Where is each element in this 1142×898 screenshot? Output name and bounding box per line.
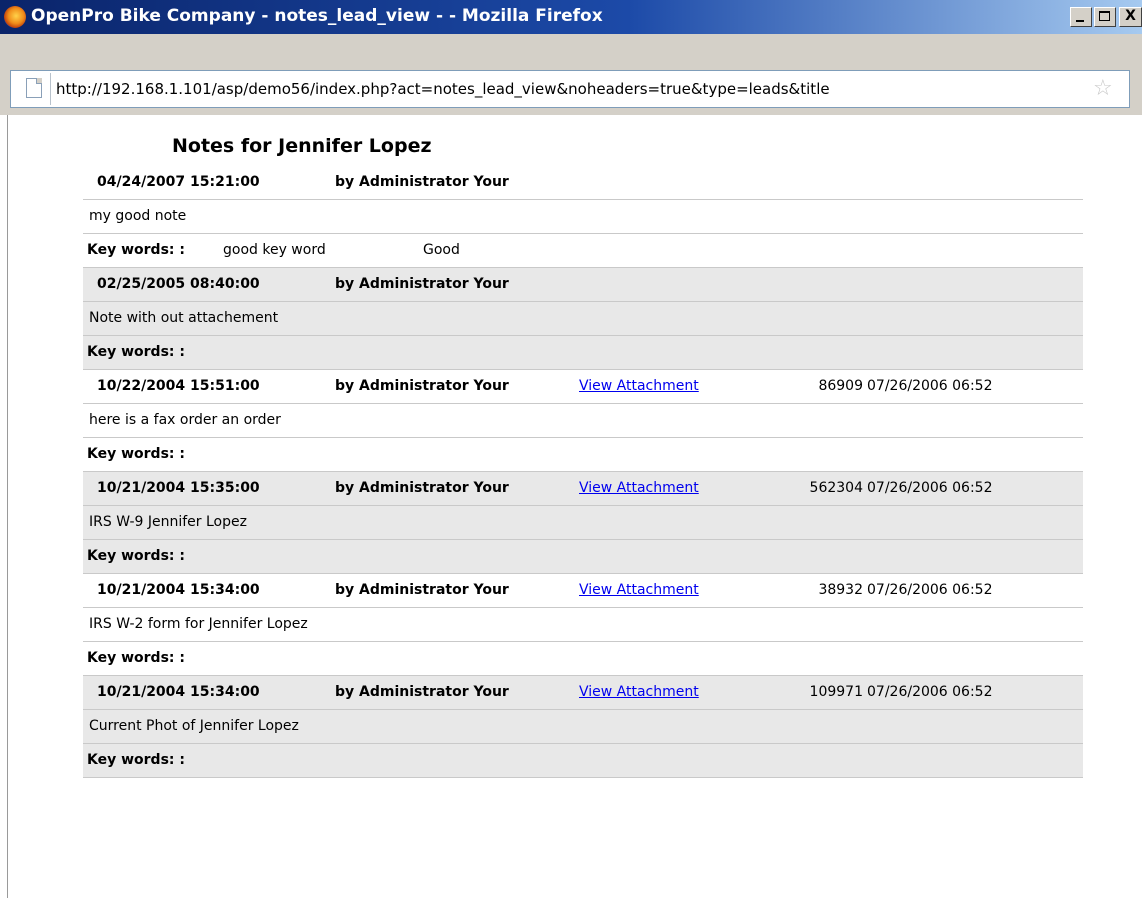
note-text-row: my good note <box>83 200 1083 234</box>
browser-window: OpenPro Bike Company - notes_lead_view -… <box>0 0 1142 898</box>
attachment-timestamp: 07/26/2006 06:52 <box>867 378 993 394</box>
title-bar: OpenPro Bike Company - notes_lead_view -… <box>0 0 1142 34</box>
page-icon <box>26 78 42 98</box>
attachment-timestamp: 07/26/2006 06:52 <box>867 582 993 598</box>
keywords-label: Key words: : <box>87 242 185 258</box>
note-header-row: 10/21/2004 15:34:00 by Administrator Your… <box>83 676 1083 710</box>
keywords-label: Key words: : <box>87 344 185 360</box>
attachment-size: 109971 <box>809 684 863 700</box>
note-keywords-row: Key words: : good key word Good <box>83 234 1083 268</box>
note-text: Note with out attachement <box>89 310 279 326</box>
view-attachment-link[interactable]: View Attachment <box>579 480 699 496</box>
close-button[interactable]: X <box>1119 7 1142 27</box>
page-content: Notes for Jennifer Lopez 04/24/2007 15:2… <box>0 115 1142 898</box>
maximize-button[interactable] <box>1094 7 1116 27</box>
keywords-value: good key word <box>223 242 326 258</box>
note-header-row: 02/25/2005 08:40:00 by Administrator Your <box>83 268 1083 302</box>
address-separator <box>50 73 51 105</box>
note-date: 04/24/2007 15:21:00 <box>97 174 260 190</box>
note-author: by Administrator Your <box>335 276 509 292</box>
note-author: by Administrator Your <box>335 582 509 598</box>
note-text: Current Phot of Jennifer Lopez <box>89 718 299 734</box>
star-icon[interactable]: ☆ <box>1093 78 1113 100</box>
page-title: Notes for Jennifer Lopez <box>172 135 432 157</box>
note-author: by Administrator Your <box>335 480 509 496</box>
note-header-row: 10/21/2004 15:35:00 by Administrator Your… <box>83 472 1083 506</box>
note-text-row: IRS W-2 form for Jennifer Lopez <box>83 608 1083 642</box>
attachment-size: 38932 <box>818 582 863 598</box>
note-date: 02/25/2005 08:40:00 <box>97 276 260 292</box>
keywords-label: Key words: : <box>87 752 185 768</box>
minimize-icon <box>1076 20 1084 22</box>
keywords-label: Key words: : <box>87 650 185 666</box>
note-keywords-row: Key words: : <box>83 438 1083 472</box>
maximize-icon <box>1099 11 1110 21</box>
keywords-label: Key words: : <box>87 548 185 564</box>
note-header-row: 10/22/2004 15:51:00 by Administrator Your… <box>83 370 1083 404</box>
note-date: 10/21/2004 15:34:00 <box>97 684 260 700</box>
note-text-row: here is a fax order an order <box>83 404 1083 438</box>
keywords-extra: Good <box>423 242 460 258</box>
view-attachment-link[interactable]: View Attachment <box>579 582 699 598</box>
attachment-timestamp: 07/26/2006 06:52 <box>867 684 993 700</box>
keywords-label: Key words: : <box>87 446 185 462</box>
note-text-row: Current Phot of Jennifer Lopez <box>83 710 1083 744</box>
note-keywords-row: Key words: : <box>83 744 1083 778</box>
note-text: IRS W-2 form for Jennifer Lopez <box>89 616 308 632</box>
note-author: by Administrator Your <box>335 378 509 394</box>
note-author: by Administrator Your <box>335 174 509 190</box>
note-keywords-row: Key words: : <box>83 336 1083 370</box>
minimize-button[interactable] <box>1070 7 1092 27</box>
note-date: 10/22/2004 15:51:00 <box>97 378 260 394</box>
notes-list: 04/24/2007 15:21:00 by Administrator Your… <box>83 166 1083 778</box>
url-field[interactable]: http://192.168.1.101/asp/demo56/index.ph… <box>56 80 1086 98</box>
attachment-size: 562304 <box>809 480 863 496</box>
note-date: 10/21/2004 15:34:00 <box>97 582 260 598</box>
attachment-size: 86909 <box>818 378 863 394</box>
note-text: IRS W-9 Jennifer Lopez <box>89 514 247 530</box>
note-author: by Administrator Your <box>335 684 509 700</box>
note-keywords-row: Key words: : <box>83 540 1083 574</box>
note-text-row: Note with out attachement <box>83 302 1083 336</box>
content-border <box>7 115 8 898</box>
note-text-row: IRS W-9 Jennifer Lopez <box>83 506 1083 540</box>
view-attachment-link[interactable]: View Attachment <box>579 378 699 394</box>
note-text: my good note <box>89 208 187 224</box>
note-header-row: 04/24/2007 15:21:00 by Administrator Your <box>83 166 1083 200</box>
note-date: 10/21/2004 15:35:00 <box>97 480 260 496</box>
firefox-icon <box>4 6 26 28</box>
window-title: OpenPro Bike Company - notes_lead_view -… <box>31 6 603 26</box>
view-attachment-link[interactable]: View Attachment <box>579 684 699 700</box>
note-keywords-row: Key words: : <box>83 642 1083 676</box>
note-header-row: 10/21/2004 15:34:00 by Administrator Your… <box>83 574 1083 608</box>
note-text: here is a fax order an order <box>89 412 281 428</box>
attachment-timestamp: 07/26/2006 06:52 <box>867 480 993 496</box>
